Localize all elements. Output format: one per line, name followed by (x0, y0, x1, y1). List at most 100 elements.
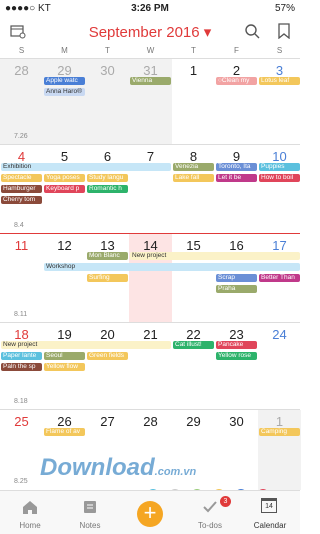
tab-todos[interactable]: 3 To-dos (180, 491, 240, 534)
day-number: 19 (57, 327, 72, 342)
event-chip[interactable]: Exhibition (1, 163, 171, 171)
event-chip[interactable]: Yellow flow (44, 363, 85, 371)
day-number: 24 (272, 327, 287, 342)
event-chip[interactable]: Paper lante (1, 352, 42, 360)
todos-badge: 3 (220, 496, 231, 507)
event-chip[interactable]: ○Clean my (216, 77, 257, 85)
event-chip[interactable]: Yellow rose (216, 352, 257, 360)
day-number: 28 (14, 63, 29, 78)
weekday-label: T (191, 46, 196, 55)
event-chip[interactable]: Keyboard p (44, 185, 85, 193)
weekday-label: T (105, 46, 110, 55)
day-number: 4 (17, 149, 26, 164)
battery-label: 57% (274, 3, 295, 14)
event-chip[interactable]: Puppies (259, 163, 300, 171)
tab-notes[interactable]: Notes (60, 491, 120, 534)
event-chip[interactable]: Romantic h (87, 185, 128, 193)
week-row: 28 29 30 31 1 2 3 7.26 (0, 58, 300, 145)
event-chip[interactable]: Yoga poses (44, 174, 85, 182)
day-number: 2 (232, 63, 241, 78)
event-chip[interactable]: Green fields (87, 352, 128, 360)
event-chip[interactable]: Cat illust! (173, 341, 214, 349)
day-cell[interactable]: 7 (129, 145, 172, 234)
day-number: 9 (232, 149, 241, 164)
day-number: 17 (272, 238, 287, 253)
day-number: 7 (146, 149, 155, 164)
tab-calendar-label: Calendar (253, 521, 287, 530)
day-cell[interactable]: 29 (43, 59, 86, 145)
day-cell[interactable]: 15 (172, 234, 215, 323)
day-cell[interactable]: 24 (258, 323, 301, 410)
event-chip[interactable]: Hamburger (1, 185, 42, 193)
event-chip[interactable]: Venezia (173, 163, 214, 171)
weekday-label: F (234, 46, 239, 55)
event-chip[interactable]: Vienna (130, 77, 171, 85)
day-cell[interactable]: 10 (258, 145, 301, 234)
search-icon[interactable] (244, 23, 260, 39)
event-chip[interactable]: New project (130, 252, 300, 260)
day-cell[interactable]: 21 (129, 323, 172, 410)
day-cell[interactable]: 14 (129, 234, 172, 323)
day-cell[interactable]: 20 (86, 323, 129, 410)
tab-home[interactable]: Home (0, 491, 60, 534)
week-number: 8.18 (14, 398, 28, 405)
event-chip[interactable]: Lake fall (173, 174, 214, 182)
event-chip[interactable]: New project (1, 341, 171, 349)
day-number: 29 (186, 414, 201, 429)
day-number: 26 (57, 414, 72, 429)
event-chip[interactable]: Spectacle (1, 174, 42, 182)
event-chip[interactable]: Pancake (216, 341, 257, 349)
tab-calendar[interactable]: 14 Calendar (240, 491, 300, 534)
day-cell[interactable]: 22 (172, 323, 215, 410)
event-chip[interactable]: Camping (259, 428, 300, 436)
day-number: 1 (189, 63, 198, 78)
day-number: 21 (143, 327, 158, 342)
event-chip[interactable]: Toronto, Ita (216, 163, 257, 171)
day-number: 18 (14, 327, 29, 342)
event-chip[interactable]: Surfing (87, 274, 128, 282)
day-number: 28 (143, 414, 158, 429)
day-number: 5 (60, 149, 69, 164)
day-number: 31 (143, 63, 158, 78)
event-chip[interactable]: How to boil (259, 174, 300, 182)
day-cell[interactable]: 11 (0, 234, 43, 323)
day-number: 13 (100, 238, 115, 253)
event-chip[interactable]: Workshop (44, 263, 300, 271)
event-chip[interactable]: Study langu (87, 174, 128, 182)
home-icon (23, 501, 37, 514)
event-chip[interactable]: Lotus leaf (259, 77, 300, 85)
day-cell[interactable]: 9 (215, 145, 258, 234)
day-number: 20 (100, 327, 115, 342)
tab-notes-label: Notes (79, 521, 101, 530)
day-cell[interactable]: 8 (172, 145, 215, 234)
event-chip[interactable]: Apple watc (44, 77, 85, 85)
day-cell[interactable]: 2 (215, 59, 258, 145)
event-chip[interactable]: Let it be (216, 174, 257, 182)
event-chip[interactable]: Paln the sp (1, 363, 42, 371)
tab-home-label: Home (19, 521, 41, 530)
event-chip[interactable]: Anna Haro® (44, 88, 85, 96)
event-chip[interactable]: Mon Blanc (87, 252, 128, 260)
day-cell[interactable]: 30 (86, 59, 129, 145)
week-number: 8.11 (14, 311, 28, 318)
day-cell[interactable]: 1 (172, 59, 215, 145)
weekday-header: SMTWTFS (0, 46, 300, 58)
day-number: 1 (275, 414, 284, 429)
day-cell[interactable]: 31 (129, 59, 172, 145)
bookmark-icon[interactable] (276, 23, 292, 39)
day-cell[interactable]: 12 (43, 234, 86, 323)
event-chip[interactable]: Flame of av (44, 428, 85, 436)
day-cell[interactable]: 3 (258, 59, 301, 145)
day-cell[interactable]: 1 (258, 410, 301, 490)
event-chip[interactable]: Better Than (259, 274, 300, 282)
day-number: 30 (100, 63, 115, 78)
day-number: 27 (100, 414, 115, 429)
event-chip[interactable]: Seoul (44, 352, 85, 360)
event-chip[interactable]: Cherry tom (1, 196, 42, 204)
day-number: 16 (229, 238, 244, 253)
event-chip[interactable]: Praha (216, 285, 257, 293)
event-chip[interactable]: Scrap (216, 274, 257, 282)
day-cell[interactable]: 30 (215, 410, 258, 490)
day-cell[interactable]: 23 (215, 323, 258, 410)
add-button[interactable]: + (137, 501, 163, 527)
